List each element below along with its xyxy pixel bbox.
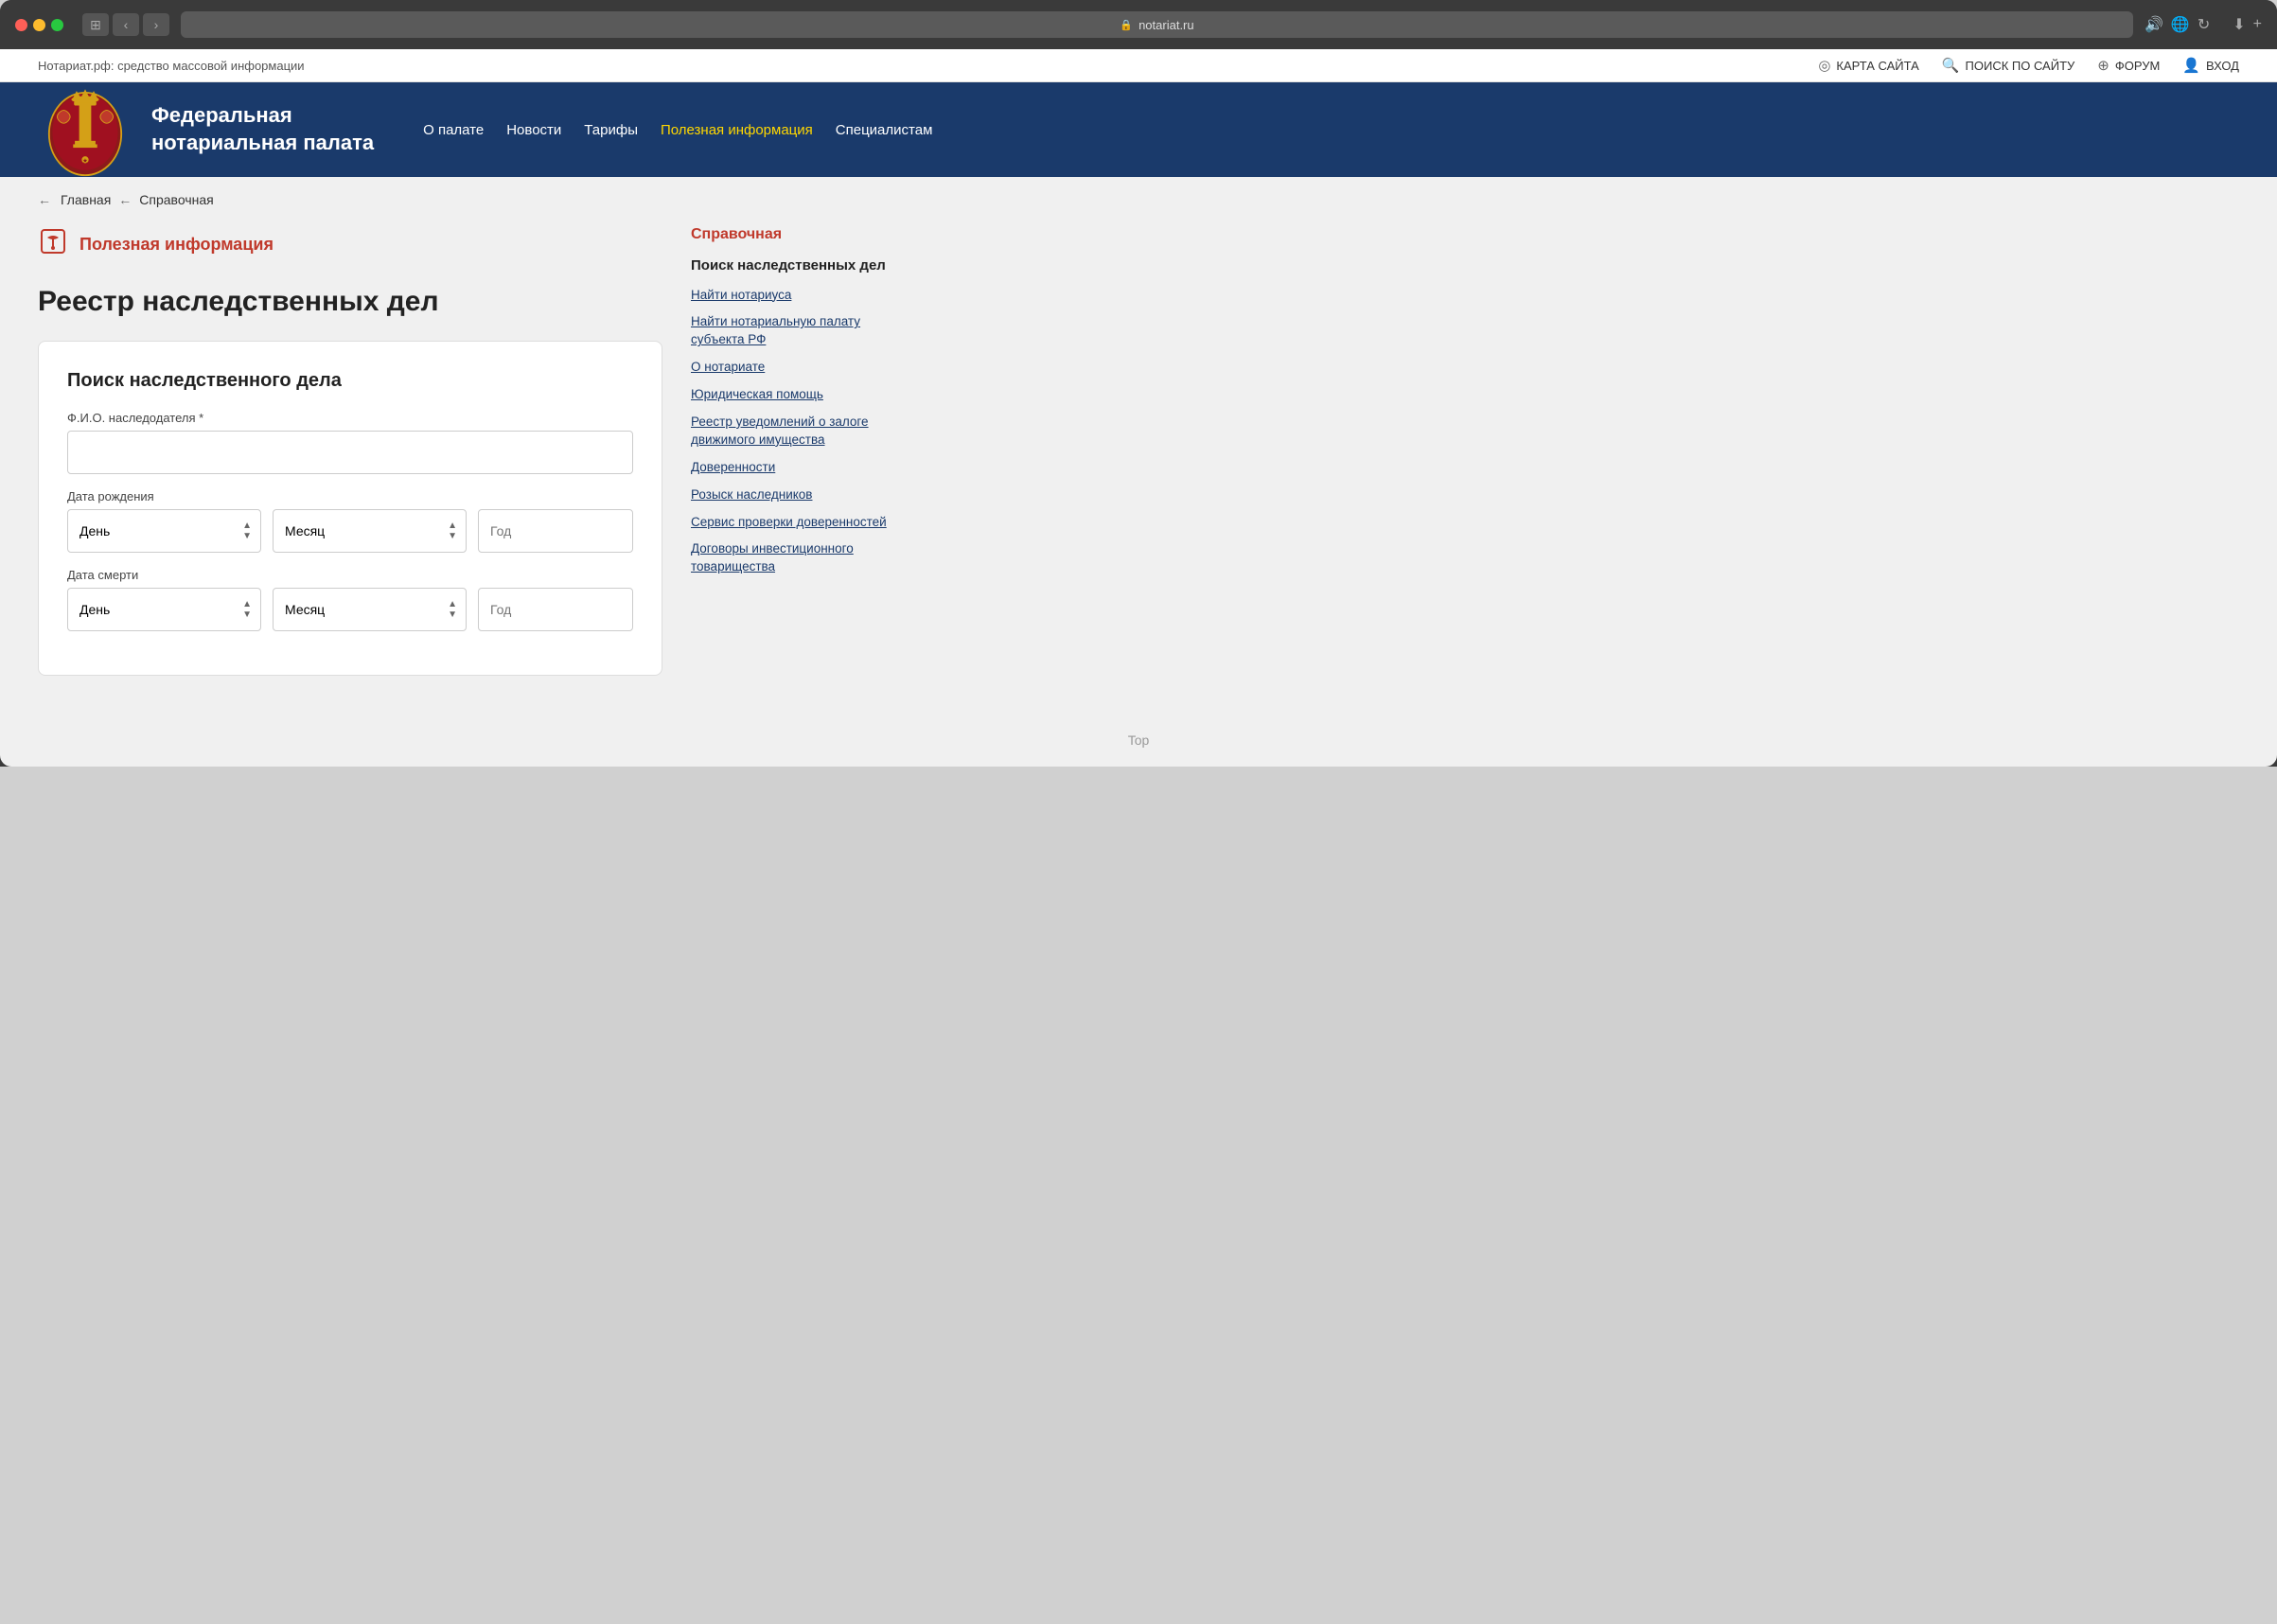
svg-text:★: ★ <box>82 159 88 165</box>
sidebar-link-about-notariat[interactable]: О нотариате <box>691 359 899 377</box>
sidebar-link-notary[interactable]: Найти нотариуса <box>691 287 899 305</box>
fio-field-group: Ф.И.О. наследодателя * <box>67 411 633 474</box>
main-header: ★ Федеральная нотариальная палата О пала… <box>0 82 2277 177</box>
url-text: notariat.ru <box>1138 18 1194 32</box>
breadcrumb-home: ← Главная <box>38 192 111 207</box>
browser-toolbar-right: 🔊 🌐 ↻ ⬇ + <box>2145 15 2262 34</box>
refresh-icon[interactable]: ↻ <box>2198 15 2210 34</box>
sidebar-link-pledge-registry[interactable]: Реестр уведомлений о залоге движимого им… <box>691 414 899 450</box>
nav-forum-label: ФОРУМ <box>2115 59 2160 73</box>
death-date-row: День ▲▼ Месяц ▲▼ <box>67 588 633 631</box>
nav-sitemap-label: КАРТА САЙТА <box>1836 59 1918 73</box>
birth-date-label: Дата рождения <box>67 489 633 503</box>
death-day-wrapper: День ▲▼ <box>67 588 261 631</box>
browser-titlebar: ⊞ ‹ › 🔒 notariat.ru 🔊 🌐 ↻ ⬇ + <box>0 0 2277 49</box>
birth-month-select[interactable]: Месяц <box>273 509 467 553</box>
nav-sitemap[interactable]: ◎ КАРТА САЙТА <box>1818 57 1919 74</box>
section-icon <box>38 226 68 263</box>
fio-label: Ф.И.О. наследодателя * <box>67 411 633 425</box>
sidebar: Справочная Поиск наследственных дел Найт… <box>691 226 899 676</box>
audio-icon[interactable]: 🔊 <box>2145 15 2163 34</box>
sidebar-toggle-button[interactable]: ⊞ <box>82 13 109 36</box>
death-year-wrapper <box>478 588 633 631</box>
birth-date-row: День ▲▼ Месяц ▲▼ <box>67 509 633 553</box>
search-card-title: Поиск наследственного дела <box>67 370 633 392</box>
section-title: Полезная информация <box>79 235 274 255</box>
sidebar-link-heir-search[interactable]: Розыск наследников <box>691 486 899 504</box>
death-year-input[interactable] <box>478 588 633 631</box>
breadcrumb: ← Главная ← Справочная <box>0 177 2277 207</box>
main-content: Полезная информация Реестр наследственны… <box>38 226 662 676</box>
breadcrumb-reference-link[interactable]: Справочная <box>139 192 213 207</box>
breadcrumb-home-link[interactable]: Главная <box>61 192 111 207</box>
nav-forum[interactable]: ⊕ ФОРУМ <box>2097 57 2160 74</box>
sidebar-link-investment[interactable]: Договоры инвестиционного товарищества <box>691 540 899 576</box>
main-nav: О палате Новости Тарифы Полезная информа… <box>412 115 944 146</box>
traffic-lights <box>15 19 63 31</box>
death-month-select[interactable]: Месяц <box>273 588 467 631</box>
birth-date-group: Дата рождения День ▲▼ Месяц <box>67 489 633 553</box>
birth-month-wrapper: Месяц ▲▼ <box>273 509 467 553</box>
nav-about[interactable]: О палате <box>412 115 495 146</box>
download-icon[interactable]: ⬇ <box>2233 15 2245 34</box>
death-date-label: Дата смерти <box>67 568 633 582</box>
death-date-group: Дата смерти День ▲▼ Месяц <box>67 568 633 631</box>
minimize-button[interactable] <box>33 19 45 31</box>
scroll-top-text[interactable]: Top <box>1128 733 1150 748</box>
address-bar[interactable]: 🔒 notariat.ru <box>181 11 2133 38</box>
utility-bar: Нотариат.рф: средство массовой информаци… <box>0 49 2277 82</box>
forum-icon: ⊕ <box>2097 57 2109 74</box>
sidebar-link-legal-help[interactable]: Юридическая помощь <box>691 386 899 404</box>
content-wrapper: Полезная информация Реестр наследственны… <box>0 207 2277 714</box>
arrow-icon: ← <box>38 192 51 207</box>
death-day-select[interactable]: День <box>67 588 261 631</box>
nav-useful[interactable]: Полезная информация <box>649 115 824 146</box>
forward-button[interactable]: › <box>143 13 169 36</box>
close-button[interactable] <box>15 19 27 31</box>
browser-controls: ⊞ ‹ › <box>82 13 169 36</box>
website-content: Нотариат.рф: средство массовой информаци… <box>0 49 2277 767</box>
nav-search-label: ПОИСК ПО САЙТУ <box>1966 59 2075 73</box>
header-title: Федеральная нотариальная палата <box>151 102 374 156</box>
new-tab-icon[interactable]: + <box>2253 16 2262 33</box>
sidebar-bold-item: Поиск наследственных дел <box>691 256 899 275</box>
nav-search[interactable]: 🔍 ПОИСК ПО САЙТУ <box>1942 57 2074 74</box>
birth-year-wrapper <box>478 509 633 553</box>
breadcrumb-reference: Справочная <box>139 192 213 207</box>
section-header: Полезная информация <box>38 226 662 263</box>
nav-news[interactable]: Новости <box>495 115 573 146</box>
sidebar-link-poa[interactable]: Доверенности <box>691 459 899 477</box>
scroll-top-area: Top <box>0 714 2277 767</box>
search-icon: 🔍 <box>1942 57 1960 74</box>
birth-day-wrapper: День ▲▼ <box>67 509 261 553</box>
sidebar-section-title: Справочная <box>691 226 899 243</box>
search-card: Поиск наследственного дела Ф.И.О. наслед… <box>38 341 662 676</box>
fio-input[interactable] <box>67 431 633 474</box>
back-button[interactable]: ‹ <box>113 13 139 36</box>
logo-emblem: ★ <box>38 82 132 177</box>
nav-login[interactable]: 👤 ВХОД <box>2182 57 2239 74</box>
birth-year-input[interactable] <box>478 509 633 553</box>
logo-container: ★ <box>38 82 132 177</box>
nav-specialists[interactable]: Специалистам <box>824 115 944 146</box>
maximize-button[interactable] <box>51 19 63 31</box>
birth-day-select[interactable]: День <box>67 509 261 553</box>
nav-login-label: ВХОД <box>2206 59 2239 73</box>
page-title: Реестр наследственных дел <box>38 286 662 318</box>
site-description: Нотариат.рф: средство массовой информаци… <box>38 59 305 73</box>
translate-icon[interactable]: 🌐 <box>2171 15 2190 34</box>
nav-tariffs[interactable]: Тарифы <box>573 115 649 146</box>
sidebar-link-poa-check[interactable]: Сервис проверки доверенностей <box>691 514 899 532</box>
utility-nav: ◎ КАРТА САЙТА 🔍 ПОИСК ПО САЙТУ ⊕ ФОРУМ 👤… <box>1818 57 2239 74</box>
death-month-wrapper: Месяц ▲▼ <box>273 588 467 631</box>
lock-icon: 🔒 <box>1120 19 1133 31</box>
user-icon: 👤 <box>2182 57 2200 74</box>
sidebar-link-chamber[interactable]: Найти нотариальную палату субъекта РФ <box>691 313 899 349</box>
sitemap-icon: ◎ <box>1818 57 1830 74</box>
